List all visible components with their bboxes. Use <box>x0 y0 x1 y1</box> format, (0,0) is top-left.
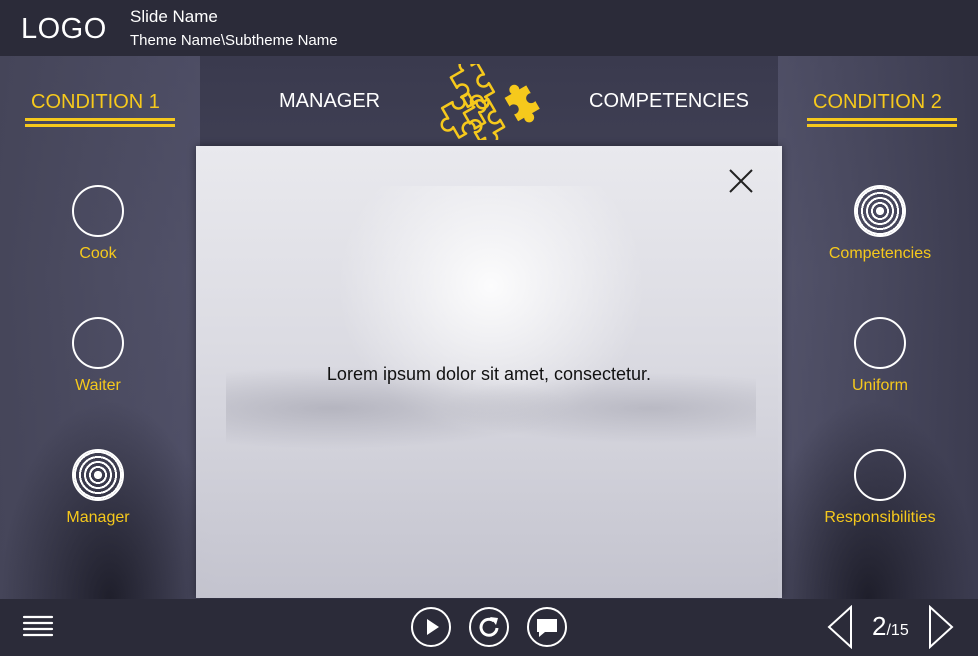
option-waiter[interactable]: Waiter <box>38 317 158 395</box>
hamburger-icon[interactable] <box>22 613 54 641</box>
tab-underline <box>25 124 175 127</box>
tab-condition-1-label: CONDITION 1 <box>31 91 160 113</box>
option-label: Waiter <box>75 377 121 394</box>
option-manager[interactable]: Manager <box>38 449 158 527</box>
radio-circle[interactable] <box>854 449 906 501</box>
bottom-bar: 2/15 <box>0 599 978 656</box>
tab-condition-1[interactable]: CONDITION 1 <box>25 91 175 127</box>
chat-button[interactable] <box>527 607 567 647</box>
radio-circle[interactable] <box>72 185 124 237</box>
target-circle-icon[interactable] <box>72 449 124 501</box>
popup-background-people <box>226 336 756 456</box>
radio-circle[interactable] <box>72 317 124 369</box>
slide-name: Slide Name <box>130 7 218 26</box>
replay-button[interactable] <box>469 607 509 647</box>
tab-manager[interactable]: MANAGER <box>279 90 380 113</box>
current-page: 2 <box>872 611 887 641</box>
page-counter: 2/15 <box>872 611 909 642</box>
tab-condition-2-label: CONDITION 2 <box>813 91 942 113</box>
option-responsibilities[interactable]: Responsibilities <box>820 449 940 527</box>
option-uniform[interactable]: Uniform <box>820 317 940 395</box>
prev-arrow-icon[interactable] <box>825 605 855 649</box>
replay-icon <box>479 617 499 637</box>
next-arrow-icon[interactable] <box>926 605 956 649</box>
top-bar: LOGO Slide Name Theme Name\Subtheme Name <box>0 0 978 56</box>
option-label: Competencies <box>828 245 932 262</box>
option-competencies[interactable]: Competencies <box>820 185 940 263</box>
tab-underline <box>807 118 957 121</box>
option-label: Cook <box>79 245 117 262</box>
logo: LOGO <box>21 13 107 45</box>
target-circle-icon[interactable] <box>854 185 906 237</box>
play-button[interactable] <box>411 607 451 647</box>
play-icon <box>427 619 439 635</box>
tab-underline <box>807 124 957 127</box>
chat-icon <box>537 619 557 637</box>
popup-text: Lorem ipsum dolor sit amet, consectetur. <box>326 364 652 384</box>
option-label: Manager <box>66 509 130 526</box>
popup-panel: Lorem ipsum dolor sit amet, consectetur. <box>196 146 782 598</box>
tab-competencies[interactable]: COMPETENCIES <box>589 90 749 113</box>
total-pages: /15 <box>886 622 909 639</box>
option-label: Responsibilities <box>824 509 936 526</box>
close-icon[interactable] <box>728 168 754 194</box>
option-cook[interactable]: Cook <box>38 185 158 263</box>
tab-condition-2[interactable]: CONDITION 2 <box>807 91 957 127</box>
tab-underline <box>25 118 175 121</box>
radio-circle[interactable] <box>854 317 906 369</box>
puzzle-icon <box>440 64 540 140</box>
option-label: Uniform <box>851 377 908 394</box>
theme-name: Theme Name\Subtheme Name <box>130 32 338 49</box>
